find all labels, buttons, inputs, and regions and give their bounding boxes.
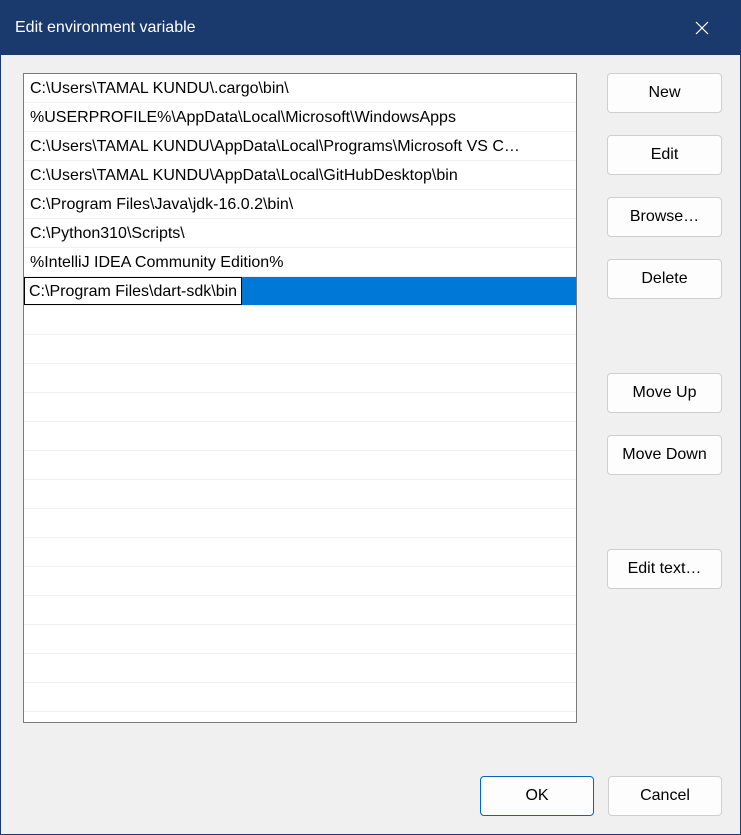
edit-button[interactable]: Edit [607,135,722,175]
delete-button[interactable]: Delete [607,259,722,299]
list-item[interactable] [24,451,576,480]
list-item[interactable] [24,683,576,712]
list-item[interactable] [24,393,576,422]
path-list[interactable]: C:\Users\TAMAL KUNDU\.cargo\bin\%USERPRO… [23,73,577,723]
edit-text-button[interactable]: Edit text… [607,549,722,589]
close-icon [694,20,710,36]
dialog-title: Edit environment variable [15,19,196,37]
dialog-window: Edit environment variable C:\Users\TAMAL… [0,0,741,835]
list-item[interactable] [24,364,576,393]
move-up-button[interactable]: Move Up [607,373,722,413]
list-item[interactable] [24,654,576,683]
move-down-button[interactable]: Move Down [607,435,722,475]
list-item[interactable]: C:\Users\TAMAL KUNDU\AppData\Local\GitHu… [24,161,576,190]
list-item[interactable] [24,625,576,654]
list-item[interactable]: %USERPROFILE%\AppData\Local\Microsoft\Wi… [24,103,576,132]
main-row: C:\Users\TAMAL KUNDU\.cargo\bin\%USERPRO… [23,73,722,750]
list-item[interactable] [24,596,576,625]
list-item[interactable]: C:\Users\TAMAL KUNDU\.cargo\bin\ [24,74,576,103]
list-item[interactable] [24,480,576,509]
list-item[interactable]: C:\Python310\Scripts\ [24,219,576,248]
footer: OK Cancel [23,750,722,816]
titlebar: Edit environment variable [1,1,740,55]
new-button[interactable]: New [607,73,722,113]
dialog-body: C:\Users\TAMAL KUNDU\.cargo\bin\%USERPRO… [1,55,740,834]
list-item[interactable] [24,509,576,538]
list-item[interactable] [24,335,576,364]
browse-button[interactable]: Browse… [607,197,722,237]
close-button[interactable] [680,6,724,50]
list-item[interactable] [24,306,576,335]
list-item[interactable] [24,422,576,451]
path-edit-input[interactable]: C:\Program Files\dart-sdk\bin [24,277,242,305]
list-item[interactable]: %IntelliJ IDEA Community Edition% [24,248,576,277]
list-item[interactable]: C:\Program Files\Java\jdk-16.0.2\bin\ [24,190,576,219]
list-item[interactable]: C:\Users\TAMAL KUNDU\AppData\Local\Progr… [24,132,576,161]
side-buttons: New Edit Browse… Delete Move Up Move Dow… [607,73,722,750]
list-item[interactable] [24,538,576,567]
ok-button[interactable]: OK [480,776,594,816]
list-item[interactable]: C:\Program Files\dart-sdk\bin [24,277,576,306]
cancel-button[interactable]: Cancel [608,776,722,816]
list-item[interactable] [24,567,576,596]
